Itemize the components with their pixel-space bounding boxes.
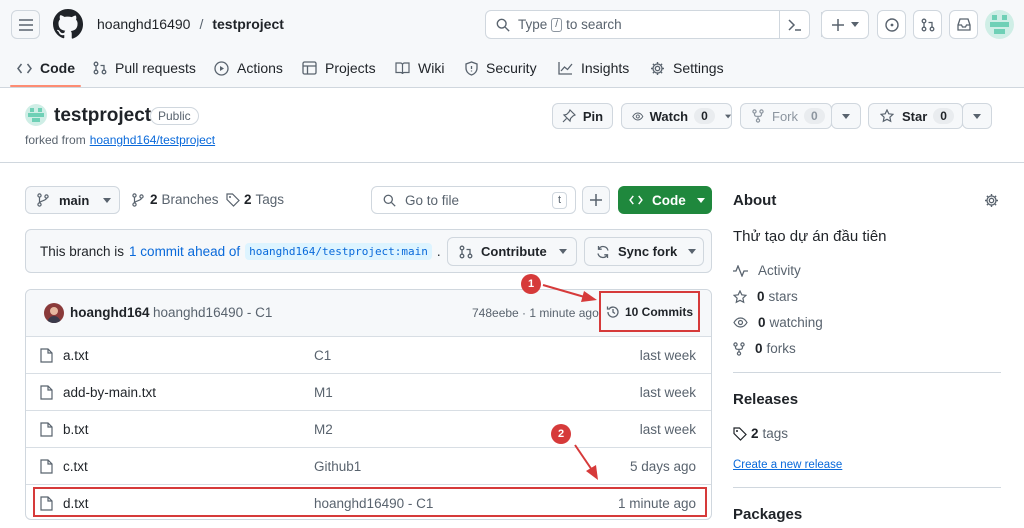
tag-icon [733, 426, 747, 441]
eye-icon [733, 317, 748, 328]
watching-link[interactable]: 0 watching [733, 315, 823, 330]
create-release-link[interactable]: Create a new release [733, 459, 842, 471]
annotation-arrows [542, 284, 598, 480]
stars-label: stars [768, 289, 798, 304]
about-settings-button[interactable] [984, 193, 999, 211]
about-description: Thử tạo dự án đầu tiên [733, 228, 887, 245]
activity-link[interactable]: Activity [733, 263, 801, 278]
stars-count: 0 [757, 289, 765, 304]
stars-link[interactable]: 0 stars [733, 289, 798, 304]
watching-count: 0 [758, 315, 766, 330]
fork-icon [733, 341, 745, 356]
forks-label: forks [766, 341, 796, 356]
release-tags-link[interactable]: 2 tags [733, 426, 788, 441]
forks-count: 0 [755, 341, 763, 356]
release-tags-count: 2 [751, 426, 759, 441]
gear-icon [985, 194, 998, 207]
activity-label: Activity [758, 263, 801, 278]
forks-link[interactable]: 0 forks [733, 341, 796, 356]
pulse-icon [733, 264, 748, 277]
release-tags-label: tags [762, 426, 789, 441]
star-icon [733, 289, 747, 303]
sidebar-divider [733, 372, 1001, 373]
packages-title[interactable]: Packages [733, 506, 802, 523]
releases-title[interactable]: Releases [733, 391, 798, 408]
watching-label: watching [769, 315, 823, 330]
sidebar-divider [733, 487, 1001, 488]
about-title: About [733, 192, 777, 209]
